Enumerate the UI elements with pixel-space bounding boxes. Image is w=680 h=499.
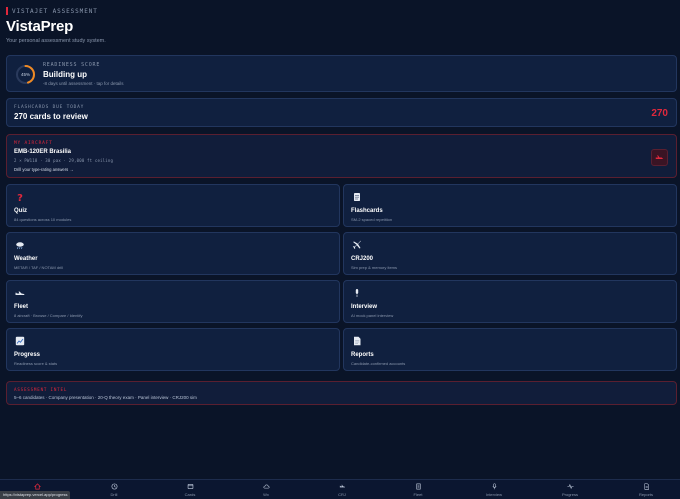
plane-icon [339, 484, 345, 488]
weather-icon [16, 242, 24, 250]
readiness-subtitle: -8 days until assessment · tap for detai… [43, 81, 124, 86]
module-subtitle: SM-2 spaced repetition [351, 217, 393, 222]
fleet-icon [15, 291, 25, 295]
module-title: Weather [14, 256, 38, 262]
nav-item-cards[interactable]: Cards [170, 483, 210, 497]
app-title: VistaPrep [6, 18, 74, 35]
module-subtitle: Sim prep & memory items [351, 265, 398, 270]
module-tile-weather[interactable]: Weather METAR / TAF / NOTAM drill [6, 232, 340, 275]
nav-item-interview[interactable]: Interview [474, 483, 514, 497]
readiness-ring: 45% [15, 64, 36, 85]
module-subtitle: AI mock panel interview [351, 313, 394, 318]
module-tile-fleet[interactable]: Fleet 8 aircraft · Browse / Compare / Id… [6, 280, 340, 323]
module-subtitle: Candidate-confirmed accounts [351, 361, 406, 366]
airplane-icon[interactable] [651, 149, 668, 166]
cards-icon [187, 484, 193, 489]
document-icon [354, 336, 361, 346]
flashcards-due-card[interactable]: FLASHCARDS DUE TODAY 270 cards to review… [6, 98, 677, 127]
plane-icon [352, 240, 361, 249]
module-tile-reports[interactable]: Reports Candidate-confirmed accounts [343, 328, 677, 371]
module-title: CRJ200 [351, 256, 374, 262]
header-eyebrow: VISTAJET ASSESSMENT [6, 7, 106, 15]
aircraft-label: MY AIRCRAFT [14, 141, 53, 146]
readiness-title: Building up [43, 70, 87, 79]
module-tile-crj200[interactable]: CRJ200 Sim prep & memory items [343, 232, 677, 275]
nav-item-wx[interactable]: Wx [246, 483, 286, 497]
nav-label: Drill [110, 492, 118, 497]
pulse-icon [566, 483, 574, 490]
nav-label: CRJ [338, 492, 346, 497]
flashcards-due-title: 270 cards to review [14, 112, 88, 121]
module-title: Progress [14, 352, 41, 358]
readiness-label: READINESS SCORE [43, 62, 101, 68]
intel-text: 5–6 candidates · Company presentation · … [14, 395, 197, 400]
module-title: Flashcards [351, 208, 383, 214]
nav-item-fleet[interactable]: Fleet [398, 483, 438, 497]
module-title: Interview [351, 304, 378, 310]
readiness-card[interactable]: 45% READINESS SCORE Building up -8 days … [6, 55, 677, 92]
nav-label: Interview [485, 492, 502, 497]
aircraft-title: EMB-120ER Brasilia [14, 149, 72, 155]
module-title: Fleet [14, 304, 29, 310]
module-title: Quiz [14, 208, 27, 214]
document-icon [643, 483, 649, 490]
nav-item-crj[interactable]: CRJ [322, 483, 362, 497]
module-tile-progress[interactable]: Progress Readiness score & stats [6, 328, 340, 371]
fleet-icon [415, 483, 421, 490]
nav-label: Cards [184, 492, 196, 497]
weather-icon [263, 484, 269, 489]
svg-text:?: ? [17, 193, 23, 202]
intel-label: ASSESSMENT INTEL [14, 387, 68, 392]
page-header: VISTAJET ASSESSMENT VistaPrep Your perso… [6, 7, 106, 44]
nav-item-drill[interactable]: Drill [94, 483, 134, 497]
status-url-tooltip: https://vistaprep.vercel.app/progress [0, 491, 71, 499]
module-subtitle: METAR / TAF / NOTAM drill [14, 265, 64, 270]
module-title: Reports [351, 352, 374, 358]
aircraft-specs: 2 × PW118 · 30 pax · 29,000 ft ceiling [14, 158, 114, 163]
nav-label: Progress [561, 492, 578, 497]
mic-icon [355, 289, 359, 297]
app-subtitle: Your personal assessment study system. [6, 38, 106, 44]
module-tile-flashcards[interactable]: Flashcards SM-2 spaced repetition [343, 184, 677, 227]
flashcards-due-count: 270 [651, 108, 668, 119]
module-subtitle: 8 aircraft · Browse / Compare / Identify [14, 313, 83, 318]
home-icon [33, 483, 41, 490]
module-subtitle: Readiness score & stats [14, 361, 58, 366]
readiness-percent: 45% [20, 72, 30, 77]
module-tile-interview[interactable]: Interview AI mock panel interview [343, 280, 677, 323]
module-tile-quiz[interactable]: ? Quiz 84 questions across 10 modules [6, 184, 340, 227]
question-icon: ? [17, 193, 23, 202]
flashcards-due-label: FLASHCARDS DUE TODAY [14, 105, 85, 110]
nav-label: Wx [263, 492, 269, 497]
cards-icon [354, 193, 360, 201]
clock-icon [111, 483, 117, 490]
nav-label: Reports [638, 492, 653, 497]
eyebrow-accent-bar [6, 7, 8, 15]
nav-item-progress[interactable]: Progress [550, 483, 590, 497]
nav-label: Fleet [413, 492, 423, 497]
aircraft-drill-link[interactable]: Drill your type-rating answers → [14, 167, 74, 172]
my-aircraft-card[interactable]: MY AIRCRAFT EMB-120ER Brasilia 2 × PW118… [6, 134, 677, 178]
assessment-intel-card: ASSESSMENT INTEL 5–6 candidates · Compan… [6, 381, 677, 405]
module-subtitle: 84 questions across 10 modules [14, 217, 72, 222]
mic-icon [492, 483, 496, 490]
nav-item-reports[interactable]: Reports [626, 483, 666, 497]
bottom-navigation: Home Drill Cards Wx CRJ Fleet Interview … [0, 479, 680, 499]
eyebrow-text: VISTAJET ASSESSMENT [12, 7, 98, 15]
chart-icon [15, 336, 25, 346]
